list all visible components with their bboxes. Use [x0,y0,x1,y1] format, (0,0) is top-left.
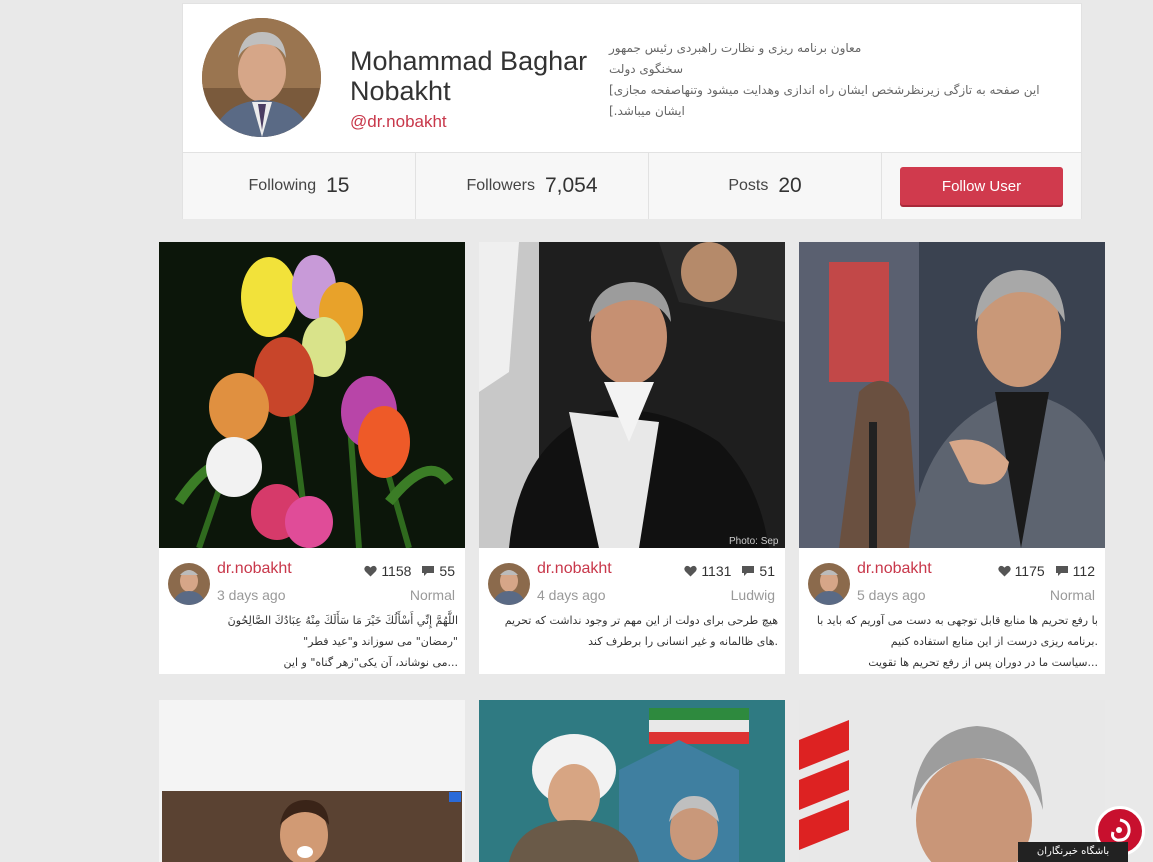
post-filter: Normal [1049,587,1095,603]
comment-icon[interactable] [741,565,755,577]
comment-icon[interactable] [1055,565,1069,577]
post-counts: 1131 51 [684,563,775,579]
watermark-text: باشگاه خبرنگاران [1018,842,1128,862]
profile-handle[interactable]: @dr.nobakht [350,112,447,132]
post-card[interactable]: Photo: Sep dr.nobakht 4 days ago 1131 51… [479,242,785,674]
svg-text:Photo: Sep: Photo: Sep [729,536,779,547]
followers-count: 7,054 [544,174,598,197]
watermark: باشگاه خبرنگاران [1018,806,1153,862]
post-card[interactable] [159,700,465,862]
posts-label: Posts [728,177,769,194]
stats-bar: Following 15 Followers 7,054 Posts 20 Fo… [183,152,1081,219]
post-author[interactable]: dr.nobakht [857,560,932,578]
like-count: 1131 [701,563,732,579]
follow-user-button[interactable]: Follow User [900,167,1063,205]
followers-label: Followers [466,177,535,194]
comment-count: 55 [439,563,455,579]
post-author-avatar[interactable] [808,563,850,605]
post-author[interactable]: dr.nobakht [537,560,612,578]
post-author-avatar[interactable] [168,563,210,605]
heart-icon[interactable] [684,565,697,577]
post-image[interactable]: Photo: Sep [479,242,785,548]
post-counts: 1175 112 [997,563,1095,579]
post-image[interactable] [479,700,785,862]
profile-card: Mohammad Baghar Nobakht @dr.nobakht معاو… [182,3,1082,219]
post-caption: هیچ طرحی برای دولت از این مهم تر وجود ند… [504,614,778,648]
comment-count: 112 [1072,563,1095,579]
post-card[interactable]: dr.nobakht 5 days ago 1175 112 Normal با… [799,242,1105,674]
post-caption: با رفع تحریم ها منابع قابل توجهی به دست … [816,614,1098,669]
post-time: 4 days ago [537,587,606,603]
post-image[interactable] [799,242,1105,548]
profile-avatar[interactable] [202,18,321,137]
post-card[interactable] [479,700,785,862]
stat-posts[interactable]: Posts 20 [649,153,882,219]
post-filter: Normal [409,587,455,603]
following-label: Following [248,177,317,194]
post-counts: 1158 55 [364,563,455,579]
post-author-avatar[interactable] [488,563,530,605]
post-card[interactable]: dr.nobakht 3 days ago 1158 55 Normal الل… [159,242,465,674]
post-image[interactable] [159,700,465,862]
post-caption: اللَّهُمَّ إِنِّي أَسْأَلُكَ خَيْرَ مَا … [227,614,458,669]
like-count: 1158 [381,563,412,579]
profile-name: Mohammad Baghar Nobakht [350,46,588,106]
post-time: 3 days ago [217,587,286,603]
post-time: 5 days ago [857,587,926,603]
comment-count: 51 [759,563,775,579]
stat-followers[interactable]: Followers 7,054 [416,153,649,219]
stat-following[interactable]: Following 15 [183,153,416,219]
heart-icon[interactable] [997,565,1011,577]
post-image[interactable] [159,242,465,548]
following-count: 15 [326,174,350,197]
comment-icon[interactable] [421,565,435,577]
profile-bio: معاون برنامه ریزی و نظارت راهبردی رئیس ج… [609,41,1040,118]
heart-icon[interactable] [364,565,377,577]
post-author[interactable]: dr.nobakht [217,560,292,578]
like-count: 1175 [1014,563,1045,579]
posts-count: 20 [778,174,802,197]
post-filter: Ludwig [730,587,775,603]
